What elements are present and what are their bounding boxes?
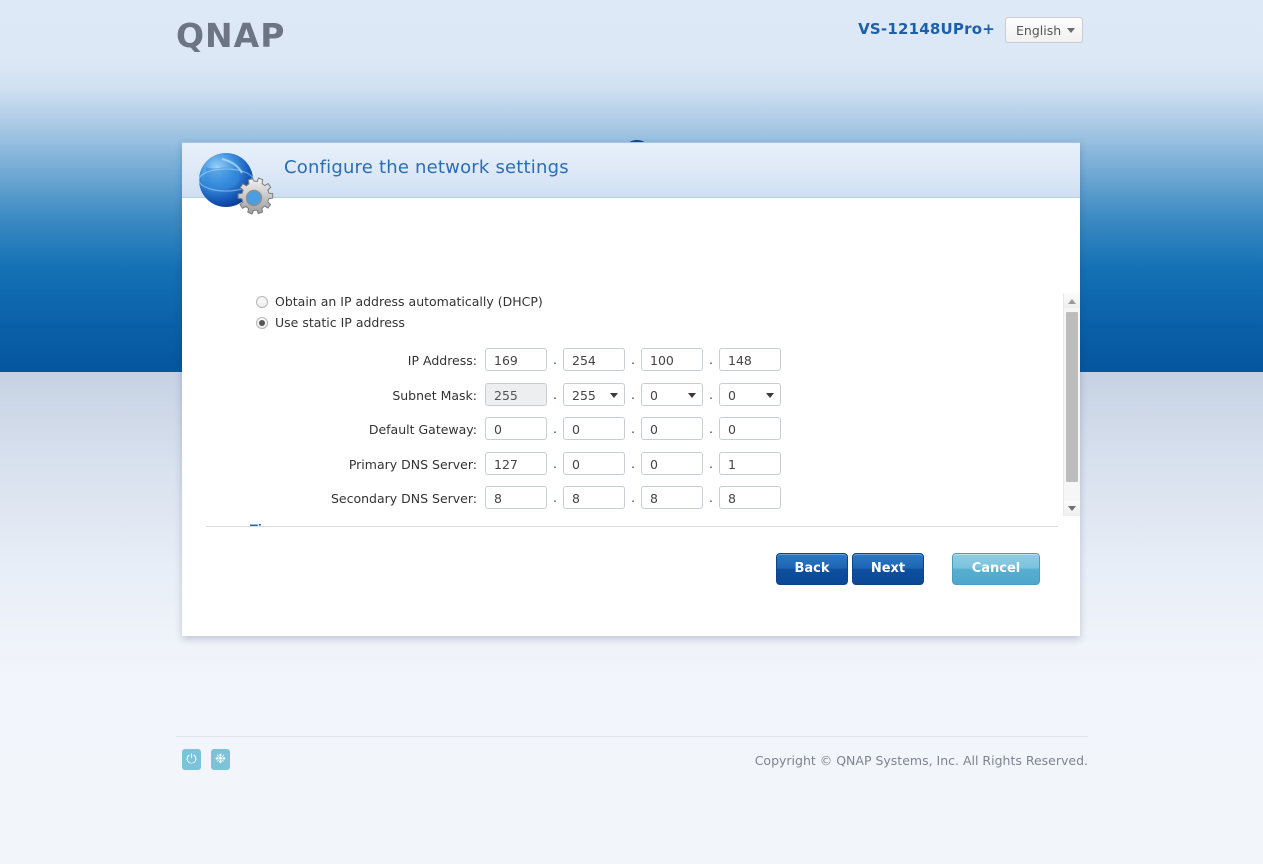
power-icon[interactable]: ⏻ bbox=[182, 749, 201, 770]
primary-dns-octet-1[interactable]: 127 bbox=[485, 452, 547, 475]
subnet-mask-octet-2-select[interactable]: 255 bbox=[563, 383, 625, 406]
primary-dns-octets: 127.0.0.1 bbox=[485, 452, 781, 475]
footer-divider bbox=[206, 526, 1058, 527]
secondary-dns-octet-4[interactable]: 8 bbox=[719, 486, 781, 509]
octet-separator: . bbox=[547, 352, 563, 367]
octet-separator: . bbox=[547, 490, 563, 505]
secondary-dns-octets: 8.8.8.8 bbox=[485, 486, 781, 509]
copyright-text: Copyright © QNAP Systems, Inc. All Right… bbox=[755, 753, 1088, 768]
default-gateway-octet-2[interactable]: 0 bbox=[563, 417, 625, 440]
form-row-subnet-mask: Subnet Mask: 255.255.0.0 bbox=[182, 383, 962, 418]
octet-separator: . bbox=[547, 456, 563, 471]
default-gateway-octet-1[interactable]: 0 bbox=[485, 417, 547, 440]
form-row-secondary-dns: Secondary DNS Server: 8.8.8.8 bbox=[182, 486, 962, 521]
octet-separator: . bbox=[625, 421, 641, 436]
octet-separator: . bbox=[703, 490, 719, 505]
form-row-ip-address: IP Address: 169.254.100.148 bbox=[182, 348, 962, 383]
form-row-default-gateway: Default Gateway: 0.0.0.0 bbox=[182, 417, 962, 452]
ip-address-octet-1[interactable]: 169 bbox=[485, 348, 547, 371]
radio-dhcp-indicator bbox=[256, 296, 268, 308]
panel-header: Configure the network settings bbox=[182, 142, 1080, 198]
octet-separator: . bbox=[547, 421, 563, 436]
secondary-dns-octet-3[interactable]: 8 bbox=[641, 486, 703, 509]
octet-separator: . bbox=[625, 352, 641, 367]
subnet-mask-octet-4-select[interactable]: 0 bbox=[719, 383, 781, 406]
primary-dns-octet-3[interactable]: 0 bbox=[641, 452, 703, 475]
panel-content: Obtain an IP address automatically (DHCP… bbox=[182, 198, 1080, 526]
scrollbar-thumb[interactable] bbox=[1066, 312, 1078, 482]
chevron-down-icon bbox=[610, 393, 618, 398]
network-form: IP Address: 169.254.100.148 Subnet Mask:… bbox=[182, 348, 962, 521]
radio-static-ip-indicator bbox=[256, 317, 268, 329]
subnet-mask-octet-2-value: 255 bbox=[572, 388, 596, 403]
device-model-name: VS-12148UPro+ bbox=[858, 20, 995, 38]
secondary-dns-octet-2[interactable]: 8 bbox=[563, 486, 625, 509]
label-primary-dns: Primary DNS Server: bbox=[292, 457, 477, 472]
scroll-up-arrow-icon[interactable] bbox=[1064, 293, 1080, 308]
chevron-down-icon bbox=[1067, 28, 1075, 33]
radio-static-ip[interactable]: Use static IP address bbox=[256, 315, 405, 330]
chevron-down-icon bbox=[688, 393, 696, 398]
radio-dhcp[interactable]: Obtain an IP address automatically (DHCP… bbox=[256, 294, 543, 309]
subnet-mask-octet-3-value: 0 bbox=[650, 388, 658, 403]
language-selector[interactable]: English bbox=[1005, 17, 1083, 43]
radio-dhcp-label: Obtain an IP address automatically (DHCP… bbox=[275, 294, 543, 309]
octet-separator: . bbox=[703, 421, 719, 436]
subnet-mask-octet-3-select[interactable]: 0 bbox=[641, 383, 703, 406]
octet-separator: . bbox=[625, 387, 641, 402]
label-subnet-mask: Subnet Mask: bbox=[292, 388, 477, 403]
ip-address-octet-4[interactable]: 148 bbox=[719, 348, 781, 371]
cancel-button[interactable]: Cancel bbox=[952, 553, 1040, 585]
primary-dns-octet-4[interactable]: 1 bbox=[719, 452, 781, 475]
octet-separator: . bbox=[625, 490, 641, 505]
label-secondary-dns: Secondary DNS Server: bbox=[292, 491, 477, 506]
wizard-panel: Configure the network settings Obtain an… bbox=[182, 142, 1080, 636]
octet-separator: . bbox=[625, 456, 641, 471]
octet-separator: . bbox=[703, 387, 719, 402]
next-button[interactable]: Next bbox=[852, 553, 924, 585]
radio-static-ip-label: Use static IP address bbox=[275, 315, 405, 330]
page-footer: ⏻ ❉ Copyright © QNAP Systems, Inc. All R… bbox=[176, 736, 1088, 797]
default-gateway-octet-3[interactable]: 0 bbox=[641, 417, 703, 440]
chevron-down-icon bbox=[766, 393, 774, 398]
ip-address-octets: 169.254.100.148 bbox=[485, 348, 781, 371]
label-default-gateway: Default Gateway: bbox=[292, 422, 477, 437]
octet-separator: . bbox=[547, 387, 563, 402]
subnet-mask-octet-1: 255 bbox=[485, 383, 547, 406]
restart-icon[interactable]: ❉ bbox=[211, 749, 230, 770]
content-scrollbar[interactable] bbox=[1063, 293, 1080, 516]
form-row-primary-dns: Primary DNS Server: 127.0.0.1 bbox=[182, 452, 962, 487]
page-title: Configure the network settings bbox=[284, 157, 569, 178]
scroll-down-arrow-icon[interactable] bbox=[1064, 501, 1080, 516]
panel-footer: Back Next Cancel bbox=[182, 526, 1080, 636]
qnap-logo: QNAP bbox=[176, 16, 285, 55]
language-selector-label: English bbox=[1016, 23, 1061, 38]
subnet-mask-octet-4-value: 0 bbox=[728, 388, 736, 403]
back-button[interactable]: Back bbox=[776, 553, 848, 585]
primary-dns-octet-2[interactable]: 0 bbox=[563, 452, 625, 475]
page-header: QNAP VS-12148UPro+ English bbox=[0, 0, 1263, 64]
label-ip-address: IP Address: bbox=[292, 353, 477, 368]
ip-address-octet-3[interactable]: 100 bbox=[641, 348, 703, 371]
octet-separator: . bbox=[703, 352, 719, 367]
wizard-stepper: NAME / PASSWORD DATE / TIME NETWORK DISK… bbox=[0, 72, 1263, 142]
default-gateway-octets: 0.0.0.0 bbox=[485, 417, 781, 440]
secondary-dns-octet-1[interactable]: 8 bbox=[485, 486, 547, 509]
ip-address-octet-2[interactable]: 254 bbox=[563, 348, 625, 371]
octet-separator: . bbox=[703, 456, 719, 471]
default-gateway-octet-4[interactable]: 0 bbox=[719, 417, 781, 440]
subnet-mask-octets: 255.255.0.0 bbox=[485, 383, 781, 406]
